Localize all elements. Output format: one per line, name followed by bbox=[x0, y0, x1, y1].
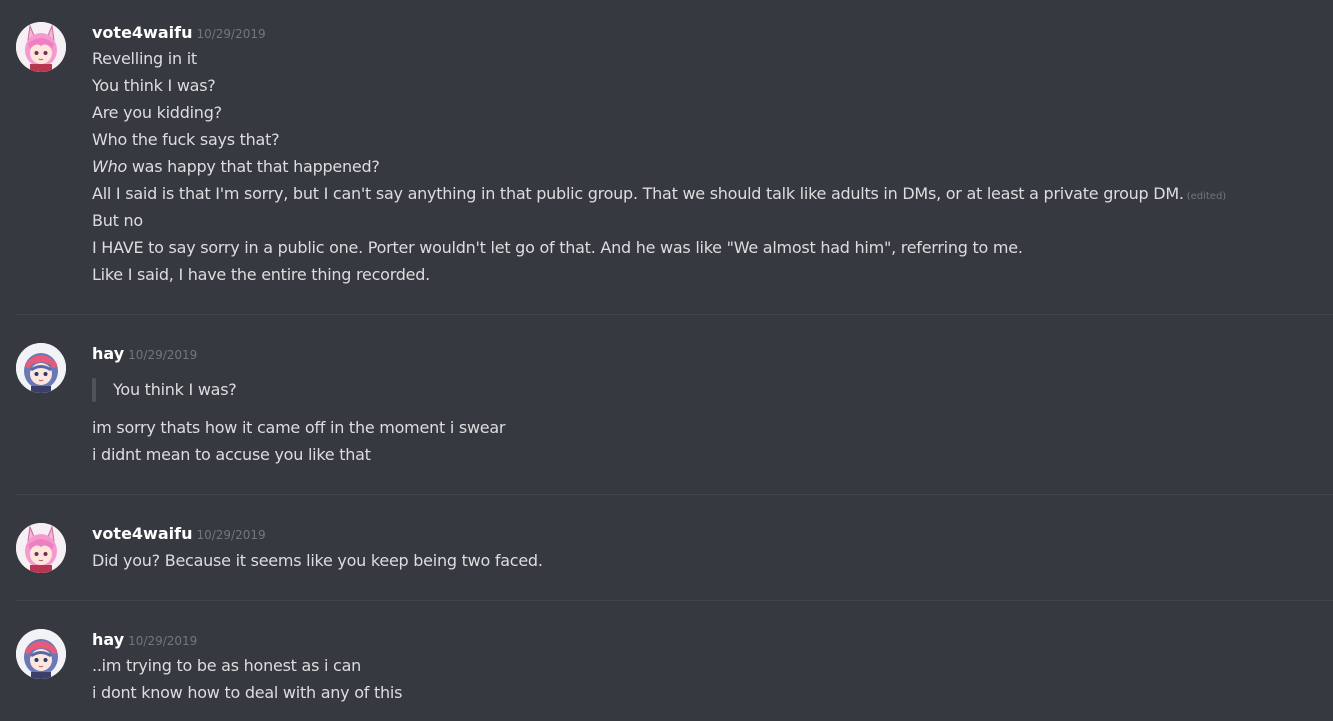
message-text: Like I said, I have the entire thing rec… bbox=[92, 265, 430, 284]
message-text: Who was happy that that happened? bbox=[92, 156, 380, 178]
blue-haired-anime-girl-icon bbox=[16, 343, 66, 393]
username[interactable]: vote4waifu bbox=[92, 524, 192, 543]
avatar[interactable] bbox=[16, 343, 66, 393]
message-divider bbox=[16, 314, 1333, 315]
message-header: vote4waifu 10/29/2019 bbox=[92, 523, 266, 546]
pink-haired-anime-girl-icon bbox=[16, 523, 66, 573]
username[interactable]: hay bbox=[92, 630, 124, 649]
message-text: You think I was? bbox=[92, 76, 216, 95]
timestamp: 10/29/2019 bbox=[128, 634, 198, 648]
message-text: Revelling in it bbox=[92, 49, 197, 68]
timestamp: 10/29/2019 bbox=[196, 27, 266, 41]
message-text: Are you kidding? bbox=[92, 103, 222, 122]
chat-messages: vote4waifu 10/29/2019 Revelling in it You… bbox=[0, 0, 1333, 721]
pink-haired-anime-girl-icon bbox=[16, 22, 66, 72]
timestamp: 10/29/2019 bbox=[196, 528, 266, 542]
message-text: Who the fuck says that? bbox=[92, 130, 280, 149]
message-text: im sorry thats how it came off in the mo… bbox=[92, 418, 506, 437]
avatar[interactable] bbox=[16, 22, 66, 72]
message-text: i dont know how to deal with any of this bbox=[92, 683, 403, 702]
avatar[interactable] bbox=[16, 629, 66, 679]
edited-label: (edited) bbox=[1186, 191, 1227, 202]
message-text: I HAVE to say sorry in a public one. Por… bbox=[92, 238, 1023, 257]
message-text-rest: was happy that that happened? bbox=[131, 157, 380, 176]
message-text: Did you? Because it seems like you keep … bbox=[92, 551, 543, 570]
message-header: hay 10/29/2019 bbox=[92, 629, 197, 652]
message-text: ..im trying to be as honest as i can bbox=[92, 656, 362, 675]
message-text-body: All I said is that I'm sorry, but I can'… bbox=[92, 184, 1184, 203]
message-text: But no bbox=[92, 211, 143, 230]
username[interactable]: hay bbox=[92, 344, 124, 363]
message-header: vote4waifu 10/29/2019 bbox=[92, 22, 266, 45]
message-text: All I said is that I'm sorry, but I can'… bbox=[92, 183, 1226, 208]
quote-bar bbox=[92, 378, 96, 402]
message-divider bbox=[16, 494, 1333, 495]
timestamp: 10/29/2019 bbox=[128, 348, 198, 362]
avatar[interactable] bbox=[16, 523, 66, 573]
message-divider bbox=[16, 600, 1333, 601]
message-text: i didnt mean to accuse you like that bbox=[92, 445, 371, 464]
username[interactable]: vote4waifu bbox=[92, 23, 192, 42]
blue-haired-anime-girl-icon bbox=[16, 629, 66, 679]
quote-text: You think I was? bbox=[113, 380, 237, 399]
message-header: hay 10/29/2019 bbox=[92, 343, 197, 366]
italic-emphasis: Who bbox=[92, 157, 127, 176]
